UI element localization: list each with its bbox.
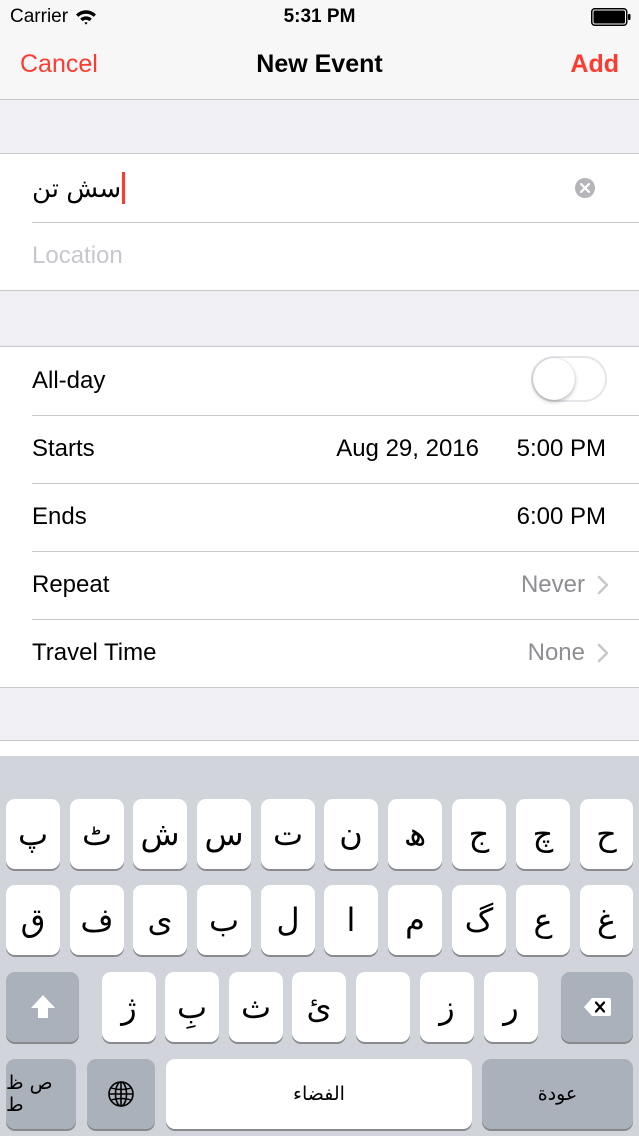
event-details-group: سش تن — [0, 153, 639, 291]
key[interactable]: ژ — [102, 972, 156, 1042]
nav-bar: Cancel New Event Add — [0, 36, 639, 100]
key[interactable]: بِ — [165, 972, 219, 1042]
key[interactable]: ز — [420, 972, 474, 1042]
key[interactable]: ھ — [388, 799, 442, 869]
all-day-label: All-day — [32, 367, 106, 394]
starts-date[interactable]: Aug 29, 2016 — [336, 415, 479, 483]
ends-time[interactable]: 6:00 PM — [517, 483, 606, 551]
title-row[interactable]: سش تن — [0, 154, 639, 222]
key[interactable]: ش — [133, 799, 187, 869]
key[interactable]: پ — [6, 799, 60, 869]
text-cursor — [122, 172, 126, 204]
key[interactable]: غ — [580, 885, 633, 955]
clear-text-icon[interactable] — [574, 177, 596, 199]
shift-icon — [30, 995, 55, 1018]
globe-icon — [108, 1081, 134, 1107]
globe-key[interactable] — [87, 1059, 155, 1129]
keyboard: ح چ ج ھ ن ت س ش ٹ پ غ ع گ م ا ل ب ی ف ق … — [0, 756, 639, 1136]
travel-time-row[interactable]: Travel Time None — [0, 619, 639, 687]
key[interactable]: م — [388, 885, 442, 955]
status-time: 5:31 PM — [283, 6, 356, 27]
key[interactable]: گ — [452, 885, 506, 955]
delete-icon — [584, 998, 611, 1016]
ends-row[interactable]: Ends 6:00 PM — [0, 483, 639, 551]
key[interactable]: ج — [452, 799, 506, 869]
cancel-button[interactable]: Cancel — [20, 50, 98, 79]
key[interactable] — [356, 972, 410, 1042]
key[interactable]: س — [197, 799, 251, 869]
key[interactable]: ن — [324, 799, 378, 869]
toggle-knob — [533, 358, 575, 400]
title-value: سش تن — [32, 173, 122, 203]
key[interactable]: ح — [580, 799, 633, 869]
location-input[interactable] — [32, 222, 592, 290]
add-button[interactable]: Add — [570, 50, 619, 79]
return-key[interactable]: عودة — [482, 1059, 633, 1129]
space-key[interactable]: الفضاء — [166, 1059, 472, 1129]
key[interactable]: ق — [6, 885, 60, 955]
starts-time[interactable]: 5:00 PM — [517, 415, 606, 483]
schedule-group: All-day Starts Aug 29, 2016 5:00 PM Ends… — [0, 346, 639, 688]
status-bar: Carrier 5:31 PM — [0, 0, 639, 36]
key[interactable]: ٹ — [70, 799, 124, 869]
key[interactable]: چ — [516, 799, 570, 869]
title-field[interactable]: سش تن — [32, 154, 126, 222]
chevron-right-icon — [597, 575, 609, 595]
all-day-toggle[interactable] — [531, 356, 607, 402]
battery-icon — [591, 8, 631, 26]
starts-label: Starts — [32, 435, 95, 462]
key[interactable]: ث — [229, 972, 283, 1042]
key[interactable]: ف — [70, 885, 124, 955]
key[interactable]: ع — [516, 885, 570, 955]
alternate-letters-key[interactable]: ص ظ ط — [6, 1059, 76, 1129]
key[interactable]: ر — [484, 972, 538, 1042]
chevron-right-icon — [597, 643, 609, 663]
ends-label: Ends — [32, 503, 87, 530]
key[interactable]: ل — [261, 885, 315, 955]
repeat-row[interactable]: Repeat Never — [0, 551, 639, 619]
repeat-value: Never — [520, 571, 585, 598]
key[interactable]: ی — [133, 885, 187, 955]
travel-time-value: None — [527, 639, 585, 666]
key[interactable]: ت — [261, 799, 315, 869]
key[interactable]: ا — [324, 885, 378, 955]
key[interactable]: ئ — [292, 972, 346, 1042]
delete-key[interactable] — [561, 972, 633, 1042]
location-row[interactable] — [0, 222, 639, 290]
all-day-row: All-day — [0, 347, 639, 415]
starts-row[interactable]: Starts Aug 29, 2016 5:00 PM — [0, 415, 639, 483]
key[interactable]: ب — [197, 885, 251, 955]
repeat-label: Repeat — [32, 571, 110, 598]
travel-time-label: Travel Time — [32, 639, 157, 666]
shift-key[interactable] — [6, 972, 79, 1042]
